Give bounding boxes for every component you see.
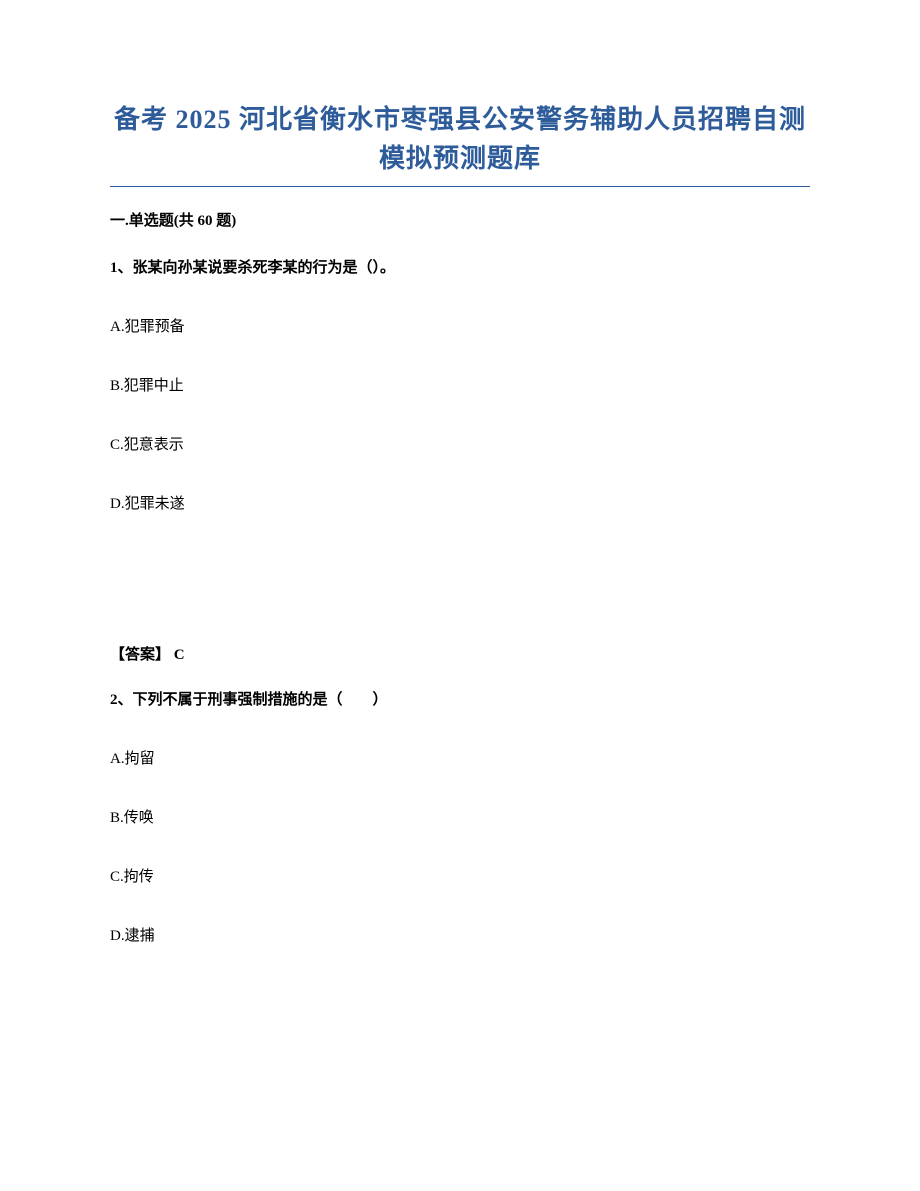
question-1-answer: 【答案】 C (110, 643, 810, 664)
document-title: 备考 2025 河北省衡水市枣强县公安警务辅助人员招聘自测 模拟预测题库 (110, 100, 810, 178)
title-underline (110, 186, 810, 187)
question-2-option-a: A.拘留 (110, 747, 810, 768)
question-2-option-d: D.逮捕 (110, 924, 810, 945)
section-header: 一.单选题(共 60 题) (110, 209, 810, 230)
question-1-option-a: A.犯罪预备 (110, 315, 810, 336)
title-line-1: 备考 2025 河北省衡水市枣强县公安警务辅助人员招聘自测 (114, 105, 806, 134)
question-1-option-c: C.犯意表示 (110, 433, 810, 454)
question-2-option-c: C.拘传 (110, 865, 810, 886)
title-line-2: 模拟预测题库 (379, 144, 541, 173)
question-1-option-b: B.犯罪中止 (110, 374, 810, 395)
question-1-option-d: D.犯罪未遂 (110, 492, 810, 513)
question-2-option-b: B.传唤 (110, 806, 810, 827)
question-1-text: 1、张某向孙某说要杀死李某的行为是（）。 (110, 256, 810, 277)
question-2-text: 2、下列不属于刑事强制措施的是（ ） (110, 688, 810, 709)
